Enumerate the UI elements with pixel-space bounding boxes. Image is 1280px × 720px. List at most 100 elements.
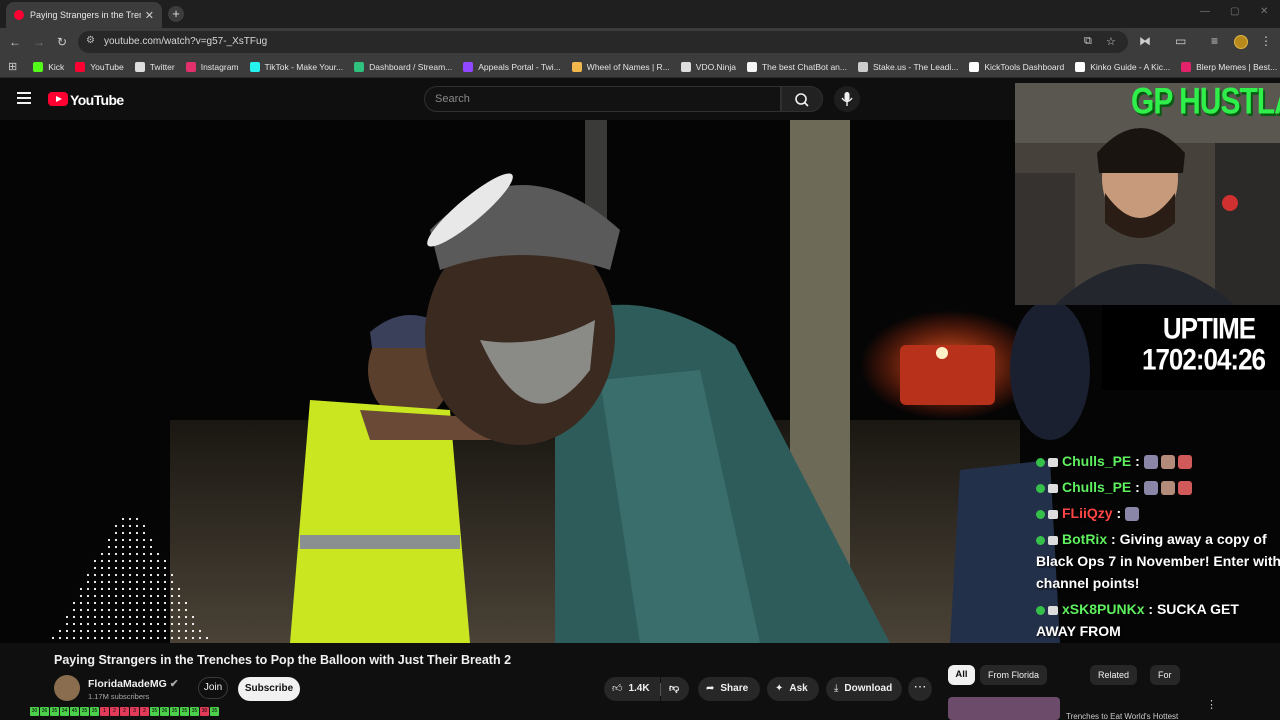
reload-icon[interactable]: ↻ bbox=[57, 35, 67, 49]
halftone-dot bbox=[128, 594, 132, 598]
verified-badge-icon bbox=[1036, 605, 1045, 615]
halftone-dot bbox=[149, 608, 153, 612]
halftone-dot bbox=[107, 601, 111, 605]
meter-cell: 35 bbox=[190, 707, 199, 716]
meter-cell: 35 bbox=[90, 707, 99, 716]
download-button[interactable]: ⤓ Download bbox=[826, 677, 902, 701]
bookmark-item[interactable]: Appeals Portal - Twi... bbox=[463, 61, 561, 72]
meter-cell: 35 bbox=[180, 707, 189, 716]
halftone-dot bbox=[128, 573, 132, 577]
halftone-dot bbox=[107, 552, 111, 556]
video-title: Paying Strangers in the Trenches to Pop … bbox=[54, 653, 512, 667]
chat-separator: : bbox=[1107, 531, 1120, 547]
halftone-dot bbox=[142, 615, 146, 619]
bookmark-item[interactable]: Blerp Memes | Best... bbox=[1181, 61, 1277, 72]
youtube-logo-icon[interactable] bbox=[48, 92, 68, 106]
halftone-dot bbox=[170, 636, 174, 640]
bookmark-label: Appeals Portal - Twi... bbox=[478, 61, 561, 72]
halftone-dot bbox=[93, 622, 97, 626]
forward-icon[interactable]: → bbox=[33, 35, 45, 49]
uptime-value: 1702:04:26 bbox=[1142, 342, 1266, 377]
chip-all[interactable]: All bbox=[948, 665, 975, 685]
halftone-dot bbox=[191, 629, 195, 633]
bookmark-item[interactable]: KickTools Dashboard bbox=[969, 61, 1064, 72]
halftone-dot bbox=[86, 615, 90, 619]
meter-cell: 35 bbox=[50, 707, 59, 716]
bookmark-item[interactable]: Kinko Guide - A Kic... bbox=[1075, 61, 1170, 72]
bookmark-favicon-icon bbox=[746, 61, 757, 72]
channel-avatar[interactable] bbox=[54, 675, 80, 701]
cast-icon[interactable]: ▭ bbox=[1175, 34, 1186, 48]
menu-icon[interactable] bbox=[17, 92, 31, 107]
halftone-dot bbox=[93, 594, 97, 598]
halftone-dot bbox=[170, 629, 174, 633]
browser-tab[interactable]: Paying Strangers in the Trenche ✕ bbox=[6, 2, 162, 28]
halftone-dot bbox=[121, 573, 125, 577]
close-window-icon[interactable]: ✕ bbox=[1260, 6, 1268, 17]
thumbs-up-icon: 👍︎ bbox=[612, 683, 623, 694]
channel-name[interactable]: FloridaMadeMG ✔ bbox=[88, 678, 179, 690]
bookmark-item[interactable]: Wheel of Names | R... bbox=[571, 61, 670, 72]
voice-search-button[interactable] bbox=[834, 86, 860, 112]
back-icon[interactable]: ← bbox=[9, 35, 21, 49]
halftone-dot bbox=[170, 594, 174, 598]
subscribe-button[interactable]: Subscribe bbox=[238, 677, 300, 701]
halftone-dot bbox=[128, 552, 132, 556]
halftone-dot bbox=[121, 517, 125, 521]
bookmark-item[interactable]: Stake.us - The Leadi... bbox=[858, 61, 958, 72]
halftone-dot bbox=[163, 629, 167, 633]
bookmark-item[interactable]: Dashboard / Stream... bbox=[354, 61, 452, 72]
halftone-dot bbox=[156, 552, 160, 556]
halftone-dot bbox=[198, 629, 202, 633]
bookmark-item[interactable]: VDO.Ninja bbox=[680, 61, 736, 72]
halftone-dot bbox=[149, 538, 153, 542]
chip-related[interactable]: Related bbox=[1090, 665, 1138, 685]
halftone-dot bbox=[184, 601, 188, 605]
recommended-title[interactable]: Trenches to Eat World's Hottest bbox=[1066, 712, 1178, 720]
bookmark-item[interactable]: Instagram bbox=[185, 61, 239, 72]
like-button[interactable]: 👍︎ 1.4K bbox=[604, 677, 660, 701]
bookmark-star-icon[interactable]: ☆ bbox=[1106, 35, 1116, 48]
search-button[interactable] bbox=[781, 86, 823, 112]
ask-button[interactable]: ✦ Ask bbox=[767, 677, 819, 701]
meter-cell: 2 bbox=[110, 707, 119, 716]
halftone-dot bbox=[86, 573, 90, 577]
minimize-icon[interactable]: — bbox=[1200, 6, 1210, 17]
bookmark-favicon-icon bbox=[354, 61, 365, 72]
browser-tab-strip: Paying Strangers in the Trenche ✕ + — ▢ … bbox=[0, 0, 1280, 28]
install-app-icon[interactable]: ⧉ bbox=[1084, 35, 1092, 48]
chip-for-you[interactable]: For bbox=[1150, 665, 1180, 685]
media-controls-icon[interactable]: ≡ bbox=[1211, 34, 1218, 48]
bookmark-item[interactable]: TikTok - Make Your... bbox=[249, 61, 343, 72]
search-input[interactable]: Search bbox=[424, 86, 781, 112]
halftone-dot bbox=[107, 629, 111, 633]
chat-emote-icon bbox=[1125, 507, 1140, 522]
chrome-menu-icon[interactable]: ⋮ bbox=[1260, 34, 1272, 48]
close-tab-icon[interactable]: ✕ bbox=[145, 9, 154, 22]
address-bar[interactable]: ⚙ youtube.com/watch?v=g57-_XsTFug ⧉ ☆ bbox=[78, 31, 1128, 53]
apps-grid-icon[interactable]: ⊞ bbox=[8, 60, 17, 73]
halftone-dot bbox=[163, 573, 167, 577]
dislike-button[interactable]: 👎︎ bbox=[661, 677, 689, 701]
profile-avatar[interactable] bbox=[1234, 35, 1248, 49]
extensions-icon[interactable]: ⧓ bbox=[1139, 34, 1151, 48]
join-button[interactable]: Join bbox=[198, 677, 228, 699]
maximize-icon[interactable]: ▢ bbox=[1230, 6, 1239, 17]
halftone-dot bbox=[170, 580, 174, 584]
share-button[interactable]: ➦ Share bbox=[698, 677, 760, 701]
bookmark-item[interactable]: The best ChatBot an... bbox=[746, 61, 847, 72]
bookmark-item[interactable]: YouTube bbox=[75, 61, 124, 72]
bookmark-item[interactable]: Twitter bbox=[134, 61, 175, 72]
halftone-dot bbox=[149, 587, 153, 591]
new-tab-button[interactable]: + bbox=[168, 6, 184, 22]
chip-from-channel[interactable]: From Florida bbox=[980, 665, 1048, 685]
chat-message: FLiiQzy : bbox=[1036, 502, 1142, 524]
site-info-icon[interactable]: ⚙ bbox=[86, 35, 95, 46]
halftone-dot bbox=[135, 601, 139, 605]
recommended-menu-icon[interactable]: ⋮ bbox=[1206, 698, 1217, 711]
youtube-logo-text[interactable]: YouTube bbox=[70, 92, 124, 108]
bookmark-item[interactable]: Kick bbox=[33, 61, 64, 72]
more-actions-button[interactable]: ⋯ bbox=[908, 677, 932, 701]
recommended-thumbnail[interactable] bbox=[948, 697, 1060, 720]
halftone-dot bbox=[107, 566, 111, 570]
